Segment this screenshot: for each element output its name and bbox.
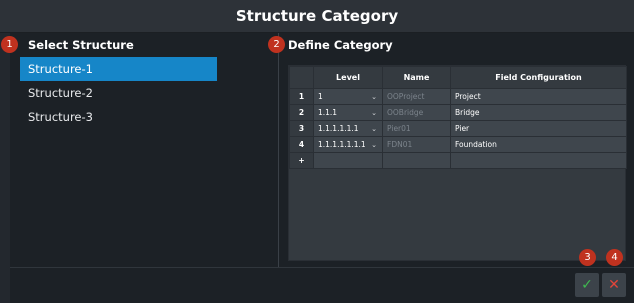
row-number: 2 (289, 104, 314, 121)
level-dropdown[interactable]: 1 ⌄ (313, 88, 383, 105)
row-number: 1 (289, 88, 314, 105)
chevron-down-icon[interactable]: ⌄ (371, 125, 377, 133)
table-row: 3 1.1.1.1.1.1 ⌄ Pier01 Pier (289, 120, 627, 137)
check-icon: ✓ (581, 277, 593, 293)
structure-item-1[interactable]: Structure-1 (20, 57, 217, 81)
step-badge-3: 3 (579, 249, 596, 266)
name-cell[interactable]: Pier01 (382, 120, 451, 137)
cancel-button[interactable]: ✕ (602, 273, 626, 297)
table-row: 1 1 ⌄ OOProject Project (289, 88, 627, 105)
category-table: Level Name Field Configuration 1 1 ⌄ OOPr… (289, 66, 627, 169)
level-value: 1 (318, 92, 323, 101)
chevron-down-icon[interactable]: ⌄ (371, 109, 377, 117)
level-dropdown[interactable]: 1.1.1.1.1.1.1 ⌄ (313, 136, 383, 153)
field-configuration-cell[interactable]: Bridge (450, 104, 627, 121)
title-bar: Structure Category (0, 0, 634, 33)
new-level-cell[interactable] (313, 152, 383, 169)
row-number: 4 (289, 136, 314, 153)
level-column-header[interactable]: Level (313, 66, 383, 89)
select-structure-heading: Select Structure (28, 38, 134, 52)
table-row: 2 1.1.1 ⌄ OOBridge Bridge (289, 104, 627, 121)
chevron-down-icon[interactable]: ⌄ (371, 93, 377, 101)
row-number-header (289, 66, 314, 89)
structure-item-3[interactable]: Structure-3 (20, 105, 217, 129)
confirm-button[interactable]: ✓ (575, 273, 599, 297)
name-cell[interactable]: OOProject (382, 88, 451, 105)
add-row[interactable]: + (289, 152, 627, 169)
structure-item-2[interactable]: Structure-2 (20, 81, 217, 105)
row-number: 3 (289, 120, 314, 137)
structure-list: Structure-1 Structure-2 Structure-3 (20, 57, 217, 129)
level-dropdown[interactable]: 1.1.1 ⌄ (313, 104, 383, 121)
field-configuration-cell[interactable]: Pier (450, 120, 627, 137)
window-title: Structure Category (235, 7, 399, 25)
level-value: 1.1.1.1.1.1.1 (318, 140, 366, 149)
field-configuration-column-header[interactable]: Field Configuration (450, 66, 627, 89)
define-category-heading: Define Category (288, 38, 393, 52)
table-header-row: Level Name Field Configuration (289, 66, 627, 89)
category-grid: Level Name Field Configuration 1 1 ⌄ OOPr… (288, 65, 627, 261)
step-badge-1: 1 (1, 36, 18, 53)
bottom-action-bar (10, 267, 634, 303)
close-icon: ✕ (608, 277, 620, 293)
level-dropdown[interactable]: 1.1.1.1.1.1 ⌄ (313, 120, 383, 137)
table-row: 4 1.1.1.1.1.1.1 ⌄ FDN01 Foundation (289, 136, 627, 153)
new-field-configuration-cell[interactable] (450, 152, 627, 169)
step-badge-4: 4 (606, 249, 623, 266)
name-cell[interactable]: OOBridge (382, 104, 451, 121)
chevron-down-icon[interactable]: ⌄ (371, 141, 377, 149)
level-value: 1.1.1 (318, 108, 338, 117)
name-column-header[interactable]: Name (382, 66, 451, 89)
step-badge-2: 2 (268, 36, 285, 53)
new-name-cell[interactable] (382, 152, 451, 169)
field-configuration-cell[interactable]: Project (450, 88, 627, 105)
add-row-icon[interactable]: + (289, 152, 314, 169)
left-edge (0, 33, 10, 303)
level-value: 1.1.1.1.1.1 (318, 124, 359, 133)
field-configuration-cell[interactable]: Foundation (450, 136, 627, 153)
name-cell[interactable]: FDN01 (382, 136, 451, 153)
